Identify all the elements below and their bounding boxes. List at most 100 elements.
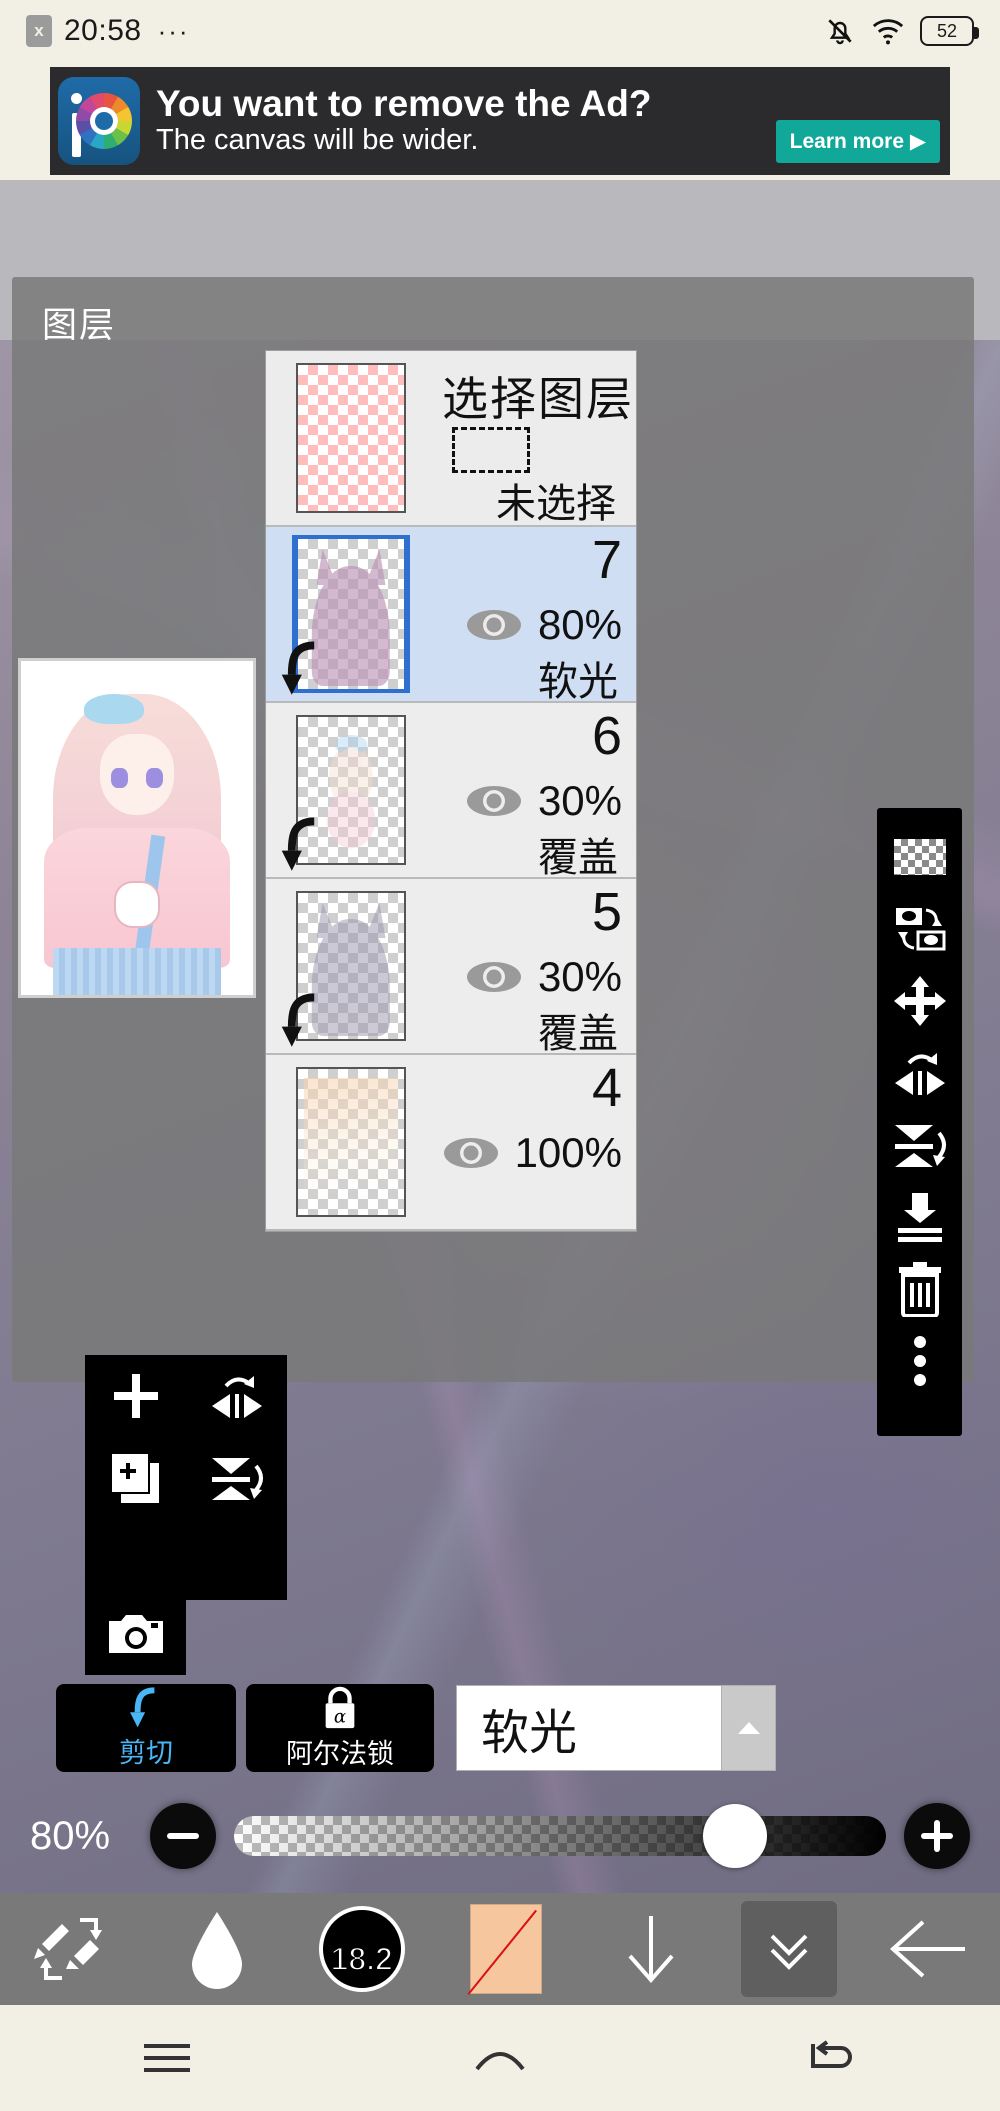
duplicate-layer-icon[interactable] <box>85 1437 186 1519</box>
blend-mode-select[interactable]: 软光 <box>456 1685 776 1771</box>
blend-mode-arrow-icon[interactable] <box>721 1686 775 1770</box>
select-layer-status: 未选择 <box>496 482 616 526</box>
camera-import-icon[interactable] <box>85 1596 186 1671</box>
bottom-toolbar: 18.2 <box>0 1893 1000 2005</box>
add-layer-icon[interactable] <box>85 1355 186 1437</box>
merge-down-icon[interactable] <box>890 1184 950 1250</box>
status-bar-more-icon: ··· <box>157 15 190 46</box>
layer-info: 6 30% 覆盖 <box>436 703 636 880</box>
layer-visibility-opacity: 30% <box>466 777 622 825</box>
select-layer-title: 选择图层 <box>442 373 634 425</box>
layer-thumb-box[interactable] <box>266 527 436 701</box>
flip-horizontal-icon[interactable] <box>186 1355 287 1437</box>
layer-thumb-box[interactable] <box>266 703 436 877</box>
layer-list[interactable]: 选择图层 未选择 7 80% 软光 6 30% 覆盖 5 30% 覆盖 4 10… <box>265 350 637 1232</box>
layer-actions-toolbar <box>877 808 962 1436</box>
layer-number: 4 <box>591 1058 622 1118</box>
opacity-increase-button[interactable] <box>904 1803 970 1869</box>
select-layer-thumb-box <box>266 351 436 525</box>
alpha-lock-label: 阿尔法锁 <box>286 1738 394 1769</box>
opacity-decrease-button[interactable] <box>150 1803 216 1869</box>
clipping-indicator-icon <box>281 817 315 871</box>
clipping-indicator-icon <box>281 993 315 1047</box>
ad-text: You want to remove the Ad? The canvas wi… <box>156 84 768 157</box>
wifi-icon <box>872 19 904 45</box>
transparency-checker-icon[interactable] <box>890 824 950 890</box>
eye-icon[interactable] <box>443 1136 499 1170</box>
layer-info: 4 100% <box>436 1055 636 1229</box>
layer-blend-mode: 覆盖 <box>538 1012 618 1056</box>
opacity-value: 80% <box>30 1813 111 1858</box>
layer-number: 5 <box>591 882 622 942</box>
opacity-slider-row: 80% <box>0 1790 1000 1882</box>
layer-visibility-opacity: 100% <box>443 1129 622 1177</box>
brush-size-indicator: 18.2 <box>318 1906 405 1992</box>
layer-info: 7 80% 软光 <box>436 527 636 704</box>
back-icon[interactable] <box>667 2038 1000 2078</box>
eye-icon[interactable] <box>466 960 522 994</box>
layer-quick-toolbar-extension <box>85 1600 186 1675</box>
back-arrow-icon[interactable] <box>855 1893 1000 2005</box>
clipping-button[interactable]: 剪切 <box>56 1684 236 1772</box>
layer-row[interactable]: 4 100% <box>266 1055 636 1231</box>
brush-size-button[interactable]: 18.2 <box>289 1893 434 2005</box>
layer-visibility-opacity: 80% <box>466 601 622 649</box>
delete-layer-icon[interactable] <box>890 1256 950 1322</box>
layer-row[interactable]: 7 80% 软光 <box>266 527 636 704</box>
ad-banner[interactable]: You want to remove the Ad? The canvas wi… <box>50 67 950 175</box>
swap-layers-icon[interactable] <box>890 896 950 962</box>
double-chevron-down-icon[interactable] <box>741 1901 838 1997</box>
alpha-lock-button[interactable]: α 阿尔法锁 <box>246 1684 434 1772</box>
brush-eraser-toggle-icon[interactable] <box>0 1893 145 2005</box>
system-nav-bar <box>0 2005 1000 2111</box>
layer-panel-title: 图层 <box>42 306 117 345</box>
layer-thumb-box[interactable] <box>266 1055 436 1229</box>
flip-vertical-icon[interactable] <box>890 1112 950 1178</box>
layer-opacity: 30% <box>537 953 622 1000</box>
color-swatch-icon <box>470 1904 543 1994</box>
clipping-label: 剪切 <box>119 1737 173 1768</box>
eye-icon[interactable] <box>466 608 522 642</box>
select-layer-info: 选择图层 未选择 <box>436 351 636 526</box>
status-bar: x 20:58 ··· 52 <box>0 0 1000 62</box>
artwork-preview <box>18 658 256 998</box>
home-icon[interactable] <box>333 2041 666 2075</box>
ibispaint-logo-icon <box>58 77 140 165</box>
layer-thumb-box[interactable] <box>266 879 436 1053</box>
layer-action-buttons: 剪切 α 阿尔法锁 软光 <box>56 1682 964 1774</box>
down-arrow-icon[interactable] <box>579 1893 724 2005</box>
layer-info: 5 30% 覆盖 <box>436 879 636 1056</box>
color-swatch-button[interactable] <box>434 1893 579 2005</box>
status-bar-right: 52 <box>824 14 979 48</box>
more-options-icon[interactable] <box>890 1328 950 1394</box>
ad-subline: The canvas will be wider. <box>156 124 479 157</box>
brush-size-value: 18.2 <box>330 1940 394 1978</box>
flip-horizontal-icon[interactable] <box>890 1040 950 1106</box>
move-layer-icon[interactable] <box>890 968 950 1034</box>
opacity-slider-track[interactable] <box>234 1804 886 1868</box>
layer-row[interactable]: 5 30% 覆盖 <box>266 879 636 1056</box>
layer-number: 7 <box>591 530 622 590</box>
ad-banner-container: You want to remove the Ad? The canvas wi… <box>0 62 1000 180</box>
clipping-indicator-icon <box>281 641 315 695</box>
layer-content-preview <box>304 1077 398 1207</box>
clipping-arrow-icon <box>130 1686 155 1727</box>
status-bar-clock: 20:58 <box>64 14 142 47</box>
droplet-icon[interactable] <box>145 1893 290 2005</box>
status-bar-left: x 20:58 ··· <box>26 14 190 48</box>
select-layer-row[interactable]: 选择图层 未选择 <box>266 351 636 527</box>
layer-opacity: 30% <box>537 777 622 824</box>
layer-blend-mode: 覆盖 <box>538 836 618 880</box>
layer-thumbnail <box>296 1067 406 1217</box>
recents-icon[interactable] <box>0 2038 333 2078</box>
opacity-slider-knob[interactable] <box>703 1804 768 1868</box>
flip-vertical-icon[interactable] <box>186 1437 287 1519</box>
layer-row[interactable]: 6 30% 覆盖 <box>266 703 636 880</box>
selection-marquee-icon <box>452 427 530 473</box>
pink-checker-thumb <box>296 363 406 513</box>
layer-quick-toolbar <box>85 1355 287 1600</box>
ad-learn-more-button[interactable]: Learn more ▶ <box>775 120 940 163</box>
alpha-lock-icon: α <box>325 1686 355 1728</box>
layer-blend-mode: 软光 <box>538 660 618 704</box>
eye-icon[interactable] <box>466 784 522 818</box>
